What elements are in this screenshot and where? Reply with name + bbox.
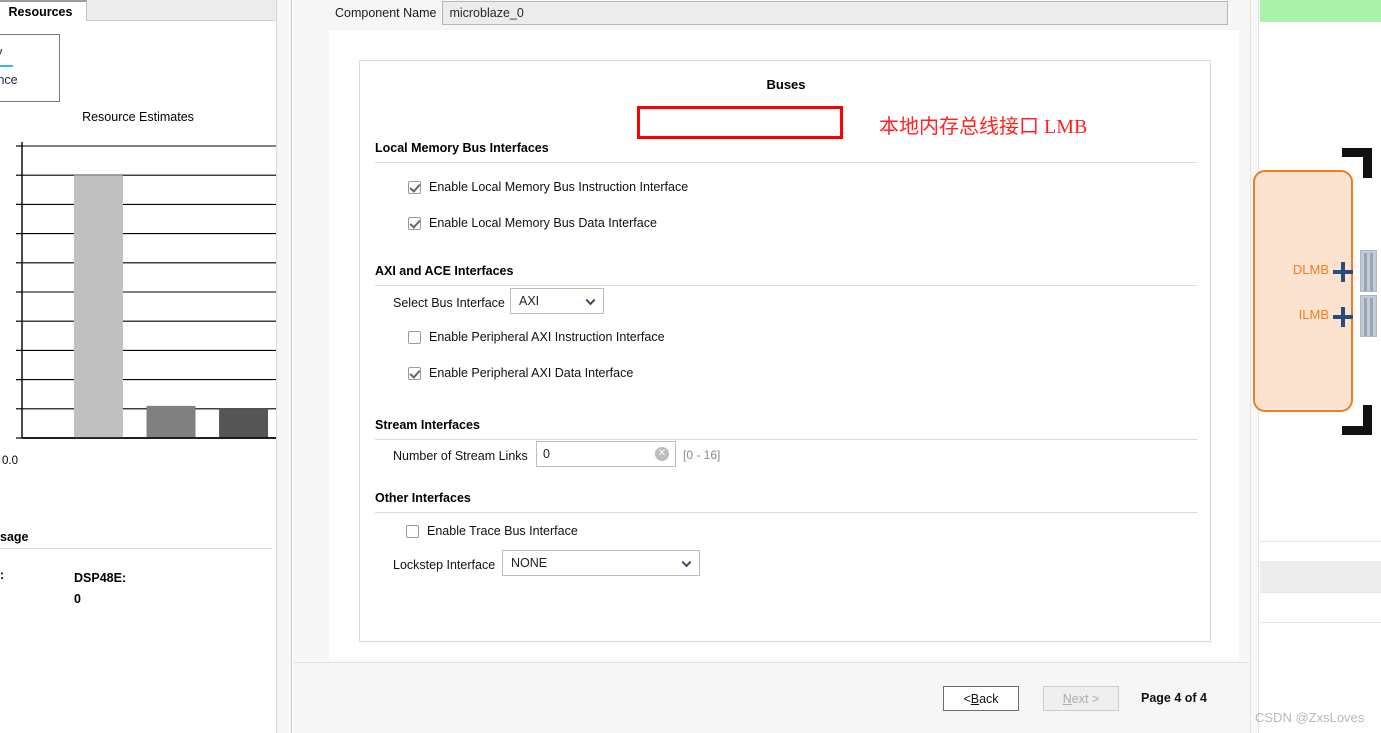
back-button-mnemonic: B [970,691,980,706]
diagram-row-divider-3 [1260,622,1381,623]
next-button-mnemonic: N [1062,691,1072,706]
selection-corner-top-right [1342,148,1372,178]
page-title: Buses [766,77,806,92]
section-header-axi-ace: AXI and ACE Interfaces [375,264,514,278]
section-header-other: Other Interfaces [375,491,471,505]
resources-sidebar: Resources uency ormance Resource Estimat… [0,0,292,733]
tab-resources-label: Resources [8,4,73,19]
section-divider-other [375,512,1197,513]
buses-form-box: Buses Local Memory Bus Interfaces Enable… [359,60,1211,642]
chart-svg [16,142,276,439]
checkbox-trace-bus-icon[interactable] [406,524,419,538]
stream-links-range-hint: [0 - 16] [683,448,721,462]
app-window: Resources uency ormance Resource Estimat… [0,0,1381,733]
port-label-ilmb: ILMB [1298,307,1329,322]
label-lockstep-interface: Lockstep Interface [393,558,496,572]
section-header-local-memory-bus: Local Memory Bus Interfaces [375,141,549,155]
diagram-row-divider-1 [1260,541,1381,542]
chart-y-tick-zero: 0.0 [2,455,18,467]
back-button-suffix: ack [979,691,999,706]
section-divider-local-memory-bus [375,162,1197,163]
diagram-row-divider-2 [1260,592,1381,593]
page-indicator: Page 4 of 4 [1141,691,1207,705]
section-header-stream: Stream Interfaces [375,418,480,432]
tab-resources[interactable]: Resources [0,0,87,21]
expand-plus-icon-dlmb[interactable] [1333,262,1353,282]
annotation-note-text: 本地内存总线接口 LMB [879,116,1088,138]
wizard-center-pane: Component Name microblaze_0 Buses Local … [293,0,1250,733]
sidebar-tabstrip: Resources [0,0,292,21]
label-select-bus-interface: Select Bus Interface [393,296,505,310]
dsp-label: DSP48E: [74,571,127,585]
popup-line-performance: ormance [0,73,18,87]
diagram-green-banner [1260,0,1381,22]
resource-estimates-chart [0,138,276,456]
port-connector-dlmb[interactable] [1360,250,1377,292]
chevron-down-icon [585,295,596,306]
port-connector-ilmb[interactable] [1360,295,1377,337]
component-name-row: Component Name microblaze_0 [293,0,1250,26]
component-name-label: Component Name [335,6,437,20]
port-label-dlmb: DLMB [1292,262,1329,277]
checkbox-lmb-data-icon[interactable] [408,216,421,230]
back-button-prefix: < [963,691,971,706]
checkbox-axi-instruction-icon[interactable] [408,330,421,344]
component-name-input[interactable]: microblaze_0 [442,1,1229,25]
block-diagram-pane: DLMB ILMB [1250,0,1381,733]
chevron-down-icon-lockstep [681,557,692,568]
csdn-watermark: CSDN @ZxsLoves [1255,710,1365,725]
checkbox-row-lmb-data[interactable]: Enable Local Memory Bus Data Interface [408,216,657,230]
expand-plus-icon-ilmb[interactable] [1333,307,1353,327]
label-number-of-stream-links: Number of Stream Links [393,449,528,463]
component-name-value: microblaze_0 [449,6,524,20]
number-of-stream-links-value: 0 [543,447,550,461]
wizard-footer: < Back Next > Page 4 of 4 [293,662,1250,733]
number-of-stream-links-input[interactable]: 0 ✕ [536,441,676,467]
lockstep-interface-dropdown[interactable]: NONE [502,550,700,576]
checkbox-row-axi-data[interactable]: Enable Peripheral AXI Data Interface [408,366,633,380]
checkbox-row-axi-instruction[interactable]: Enable Peripheral AXI Instruction Interf… [408,330,665,344]
checkbox-row-trace-bus[interactable]: Enable Trace Bus Interface [406,524,578,538]
dsp-usage-block: DSP48E: 0 [74,568,126,610]
section-divider-axi-ace [375,285,1197,286]
next-button: Next > [1043,686,1119,711]
usage-section-divider [0,548,272,549]
checkbox-row-lmb-instruction[interactable]: Enable Local Memory Bus Instruction Inte… [408,180,688,194]
back-button[interactable]: < Back [943,686,1019,711]
usage-section-header: sage [0,530,29,544]
sidebar-splitter[interactable] [276,0,292,733]
chart-title: Resource Estimates [82,110,194,124]
select-bus-interface-value: AXI [519,294,540,308]
lockstep-interface-value: NONE [511,556,548,570]
wizard-page-card: Buses Local Memory Bus Interfaces Enable… [329,30,1239,660]
next-button-suffix: ext > [1071,691,1100,706]
usage-left-colon: : [0,568,5,582]
checkbox-axi-data-label: Enable Peripheral AXI Data Interface [429,366,634,380]
frequency-performance-popup: uency ormance [0,34,60,102]
checkbox-axi-data-icon[interactable] [408,366,421,380]
checkbox-lmb-instruction-label: Enable Local Memory Bus Instruction Inte… [429,180,689,194]
checkbox-axi-instruction-label: Enable Peripheral AXI Instruction Interf… [429,330,665,344]
section-divider-stream [375,439,1197,440]
microblaze-block[interactable] [1253,170,1353,412]
dsp-value: 0 [74,592,81,606]
checkbox-trace-bus-label: Enable Trace Bus Interface [427,524,578,538]
diagram-row-highlight[interactable] [1260,561,1381,592]
selection-corner-bottom-right [1342,405,1372,435]
popup-line-frequency: uency [0,41,55,63]
checkbox-lmb-instruction-icon[interactable] [408,180,421,194]
popup-blue-divider [0,65,13,67]
select-bus-interface-dropdown[interactable]: AXI [510,288,604,314]
checkbox-lmb-data-label: Enable Local Memory Bus Data Interface [429,216,657,230]
clear-field-icon[interactable]: ✕ [655,447,669,461]
